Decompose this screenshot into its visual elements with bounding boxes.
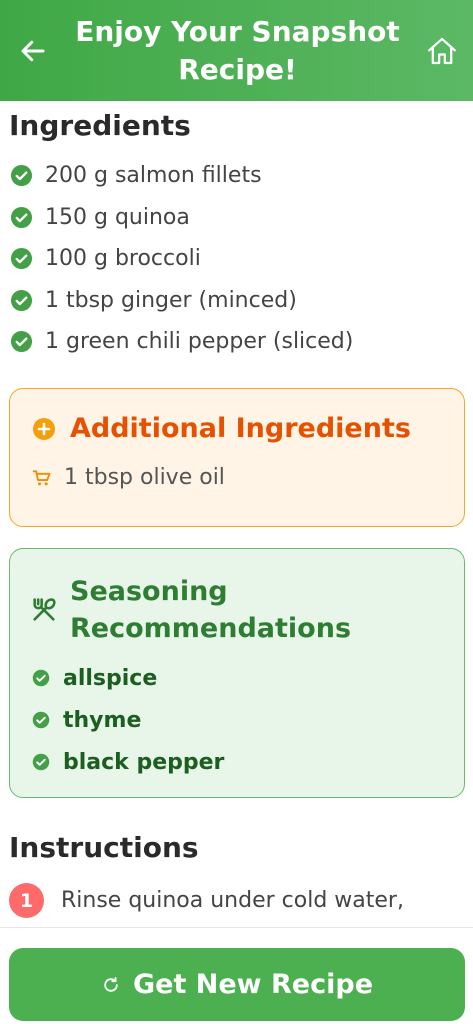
- utensils-icon: [33, 598, 56, 621]
- back-button[interactable]: [16, 34, 50, 68]
- instructions-heading: Instructions: [9, 831, 199, 864]
- ingredient-text: 150 g quinoa: [45, 204, 190, 230]
- check-circle-icon: [32, 753, 50, 771]
- footer-bar: Get New Recipe: [0, 927, 473, 1024]
- ingredients-list: 200 g salmon fillets 150 g quinoa 100 g …: [0, 155, 473, 363]
- step-text: Rinse quinoa under cold water,: [61, 888, 404, 913]
- list-item: black pepper: [32, 741, 224, 783]
- ingredients-heading: Ingredients: [9, 109, 191, 142]
- additional-ingredients-header: Additional Ingredients: [32, 413, 411, 444]
- seasoning-card: Seasoning Recommendations allspice thyme…: [9, 548, 465, 798]
- get-new-recipe-label: Get New Recipe: [132, 969, 374, 1000]
- ingredient-text: 200 g salmon fillets: [45, 163, 262, 189]
- seasoning-list: allspice thyme black pepper: [32, 657, 224, 783]
- ingredient-text: 1 green chili pepper (sliced): [45, 329, 354, 355]
- seasoning-text: black pepper: [63, 749, 225, 775]
- list-item: allspice: [32, 657, 224, 699]
- list-item: 1 tbsp ginger (minced): [0, 280, 473, 322]
- home-button[interactable]: [425, 34, 459, 68]
- ingredient-text: 100 g broccoli: [45, 246, 201, 272]
- add-circle-icon: [33, 417, 55, 440]
- seasoning-text: allspice: [63, 665, 158, 691]
- list-item: 100 g broccoli: [0, 238, 473, 280]
- ingredient-text: 1 tbsp ginger (minced): [45, 287, 297, 313]
- check-circle-icon: [32, 669, 50, 687]
- step-number-badge: 1: [9, 883, 44, 918]
- additional-ingredients-card: Additional Ingredients 1 tbsp olive oil: [9, 388, 465, 527]
- check-circle-icon: [10, 331, 33, 353]
- seasoning-title: Seasoning Recommendations: [70, 576, 352, 644]
- app-header: Enjoy Your Snapshot Recipe!: [0, 0, 473, 101]
- refresh-icon: [104, 976, 118, 992]
- list-item: 150 g quinoa: [0, 197, 473, 239]
- cart-icon: [32, 469, 51, 485]
- seasoning-header: Seasoning Recommendations: [30, 573, 390, 647]
- home-icon: [428, 37, 456, 64]
- page-title: Enjoy Your Snapshot Recipe!: [75, 14, 400, 86]
- list-item: 1 tbsp olive oil: [32, 465, 225, 490]
- list-item: 1 green chili pepper (sliced): [0, 321, 473, 363]
- arrow-left-icon: [21, 40, 45, 61]
- instruction-step: 1 Rinse quinoa under cold water,: [9, 883, 404, 918]
- check-circle-icon: [10, 289, 33, 311]
- recipe-content[interactable]: Ingredients 200 g salmon fillets 150 g q…: [0, 101, 473, 927]
- check-circle-icon: [32, 711, 50, 729]
- get-new-recipe-button[interactable]: Get New Recipe: [9, 948, 465, 1021]
- check-circle-icon: [10, 248, 33, 270]
- seasoning-text: thyme: [63, 707, 142, 733]
- additional-ingredients-title: Additional Ingredients: [70, 413, 411, 444]
- list-item: 200 g salmon fillets: [0, 155, 473, 197]
- list-item: thyme: [32, 699, 224, 741]
- check-circle-icon: [10, 206, 33, 228]
- additional-ingredient-text: 1 tbsp olive oil: [64, 465, 225, 490]
- check-circle-icon: [10, 165, 33, 187]
